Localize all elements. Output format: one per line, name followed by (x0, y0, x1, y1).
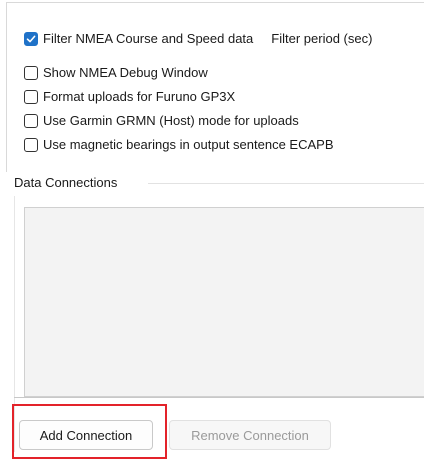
filter-nmea-row[interactable]: Filter NMEA Course and Speed data Filter… (24, 31, 372, 46)
garmin-host-checkbox[interactable] (24, 113, 38, 128)
show-nmea-debug-row[interactable]: Show NMEA Debug Window (24, 65, 208, 80)
connections-list[interactable] (24, 207, 424, 397)
filter-nmea-label: Filter NMEA Course and Speed data (43, 31, 254, 46)
filter-period-label: Filter period (sec) (271, 31, 373, 46)
garmin-host-label: Use Garmin GRMN (Host) mode for uploads (43, 113, 299, 128)
list-bottom-divider (14, 397, 424, 398)
add-connection-button[interactable]: Add Connection (19, 420, 153, 450)
magnetic-bearings-label: Use magnetic bearings in output sentence… (43, 137, 334, 152)
group-border-top (6, 2, 424, 3)
magnetic-bearings-row[interactable]: Use magnetic bearings in output sentence… (24, 137, 334, 152)
show-nmea-debug-label: Show NMEA Debug Window (43, 65, 208, 80)
furuno-format-label: Format uploads for Furuno GP3X (43, 89, 236, 104)
group-border-left (6, 2, 7, 172)
furuno-format-checkbox[interactable] (24, 89, 38, 104)
section-divider (148, 183, 424, 184)
garmin-host-row[interactable]: Use Garmin GRMN (Host) mode for uploads (24, 113, 299, 128)
filter-nmea-checkbox[interactable] (24, 31, 38, 46)
connections-settings-panel: Filter NMEA Course and Speed data Filter… (0, 0, 424, 472)
data-connections-label: Data Connections (14, 175, 122, 190)
magnetic-bearings-checkbox[interactable] (24, 137, 38, 152)
options-group-frame (0, 0, 424, 22)
checkmark-icon (26, 35, 36, 42)
show-nmea-debug-checkbox[interactable] (24, 65, 38, 80)
remove-connection-button[interactable]: Remove Connection (169, 420, 331, 450)
section-frame-left (14, 196, 15, 452)
furuno-format-row[interactable]: Format uploads for Furuno GP3X (24, 89, 235, 104)
